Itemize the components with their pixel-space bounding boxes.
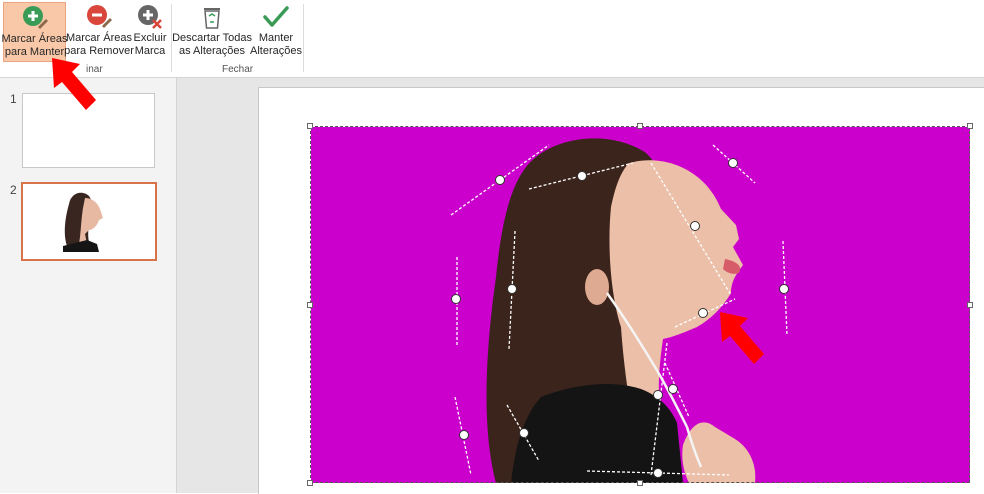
background-removal-image[interactable]	[311, 127, 970, 483]
delete-mark-button[interactable]: Excluir Marca	[132, 2, 168, 62]
slide-number-2: 2	[10, 183, 17, 197]
ribbon-end-separator	[303, 4, 304, 72]
minus-pencil-icon	[86, 4, 112, 30]
annotation-arrow-image	[720, 312, 764, 364]
slide-number-1: 1	[10, 92, 17, 106]
mark-areas-to-remove-label: Marcar Áreas para Remover	[64, 32, 134, 57]
mark-areas-to-remove-button[interactable]: Marcar Áreas para Remover	[64, 2, 134, 62]
resize-handle-left[interactable]	[307, 302, 313, 308]
resize-handle-top-right[interactable]	[967, 123, 973, 129]
plus-x-icon	[137, 4, 163, 30]
keep-changes-button[interactable]: Manter Alterações	[250, 2, 302, 62]
resize-handle-top-left[interactable]	[307, 123, 313, 129]
discard-all-changes-label: Descartar Todas as Alterações	[172, 32, 252, 57]
slide-thumbnail-2[interactable]	[21, 182, 157, 261]
resize-handle-top[interactable]	[637, 123, 643, 129]
close-group-label: Fechar	[222, 64, 254, 75]
checkmark-icon	[263, 4, 289, 30]
recycle-bin-icon	[199, 4, 225, 30]
discard-all-changes-button[interactable]: Descartar Todas as Alterações	[172, 2, 252, 62]
plus-pencil-icon	[22, 5, 48, 31]
thumbnail-woman-image	[23, 184, 155, 259]
mark-areas-to-keep-button[interactable]: Marcar Áreas para Manter	[1, 2, 68, 62]
resize-handle-bottom[interactable]	[637, 480, 643, 486]
ribbon: Marcar Áreas para Manter Marcar Áreas pa…	[0, 0, 984, 78]
annotation-arrow-ribbon	[52, 58, 96, 110]
resize-handle-right[interactable]	[967, 302, 973, 308]
delete-mark-label: Excluir Marca	[133, 32, 167, 57]
woman-profile-image	[311, 127, 970, 483]
keep-changes-label: Manter Alterações	[250, 32, 302, 57]
resize-handle-bottom-left[interactable]	[307, 480, 313, 486]
